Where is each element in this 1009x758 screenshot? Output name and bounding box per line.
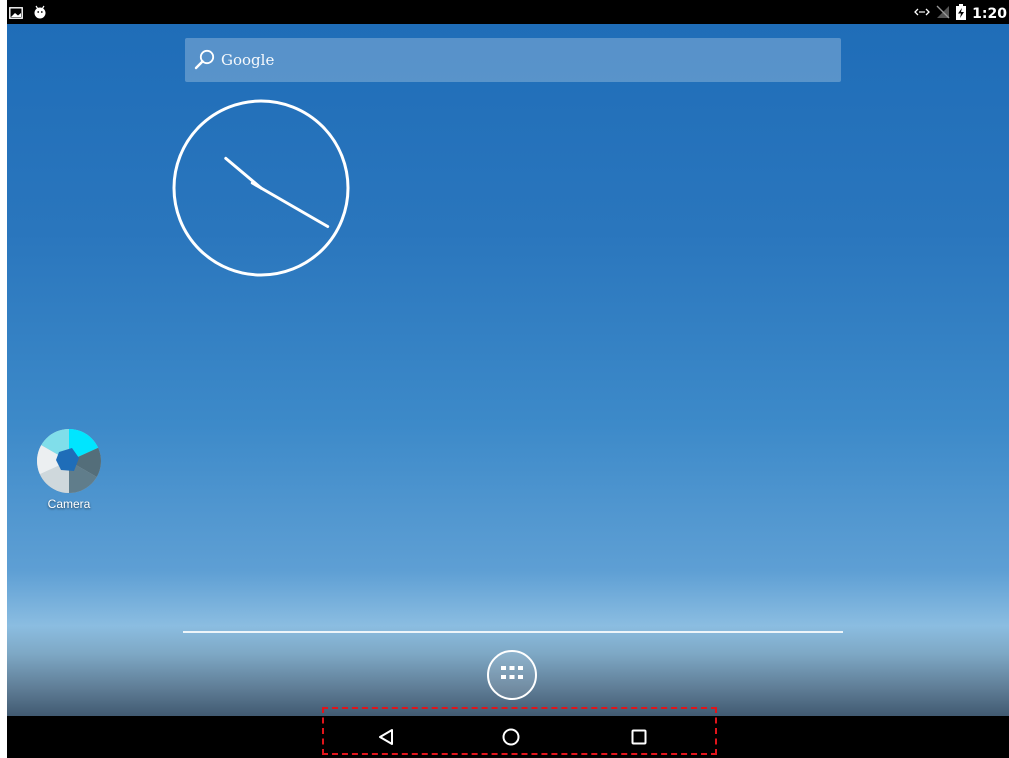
android-home-screen: 1:20 Google Camera bbox=[7, 0, 1009, 758]
recents-button[interactable] bbox=[629, 727, 649, 747]
no-signal-icon bbox=[936, 5, 950, 23]
navigation-bar bbox=[7, 716, 1009, 758]
data-sync-icon bbox=[914, 6, 931, 22]
status-bar-left-icons bbox=[9, 4, 47, 23]
app-icon-camera[interactable]: Camera bbox=[31, 428, 107, 511]
search-brand-text: Google bbox=[221, 51, 275, 69]
battery-charging-icon bbox=[956, 4, 967, 24]
recents-square-icon bbox=[629, 729, 649, 751]
status-bar[interactable]: 1:20 bbox=[7, 0, 1009, 24]
app-drawer-icon bbox=[500, 664, 524, 686]
google-search-bar[interactable]: Google bbox=[185, 38, 841, 82]
wallpaper[interactable] bbox=[7, 24, 1009, 716]
back-triangle-icon bbox=[377, 729, 397, 751]
status-bar-right-icons: 1:20 bbox=[914, 4, 1007, 24]
screenshot-notification-icon bbox=[9, 4, 23, 23]
back-button[interactable] bbox=[377, 727, 397, 747]
clock-minute-hand bbox=[259, 186, 330, 228]
android-debug-icon bbox=[33, 4, 47, 23]
search-icon bbox=[193, 48, 217, 72]
status-time: 1:20 bbox=[972, 6, 1007, 22]
hotseat-divider bbox=[183, 631, 843, 633]
all-apps-button[interactable] bbox=[487, 650, 537, 700]
home-circle-icon bbox=[501, 728, 521, 751]
app-label-camera: Camera bbox=[47, 497, 91, 511]
analog-clock-widget[interactable] bbox=[171, 98, 351, 278]
camera-icon bbox=[36, 428, 102, 494]
home-button[interactable] bbox=[501, 727, 521, 747]
